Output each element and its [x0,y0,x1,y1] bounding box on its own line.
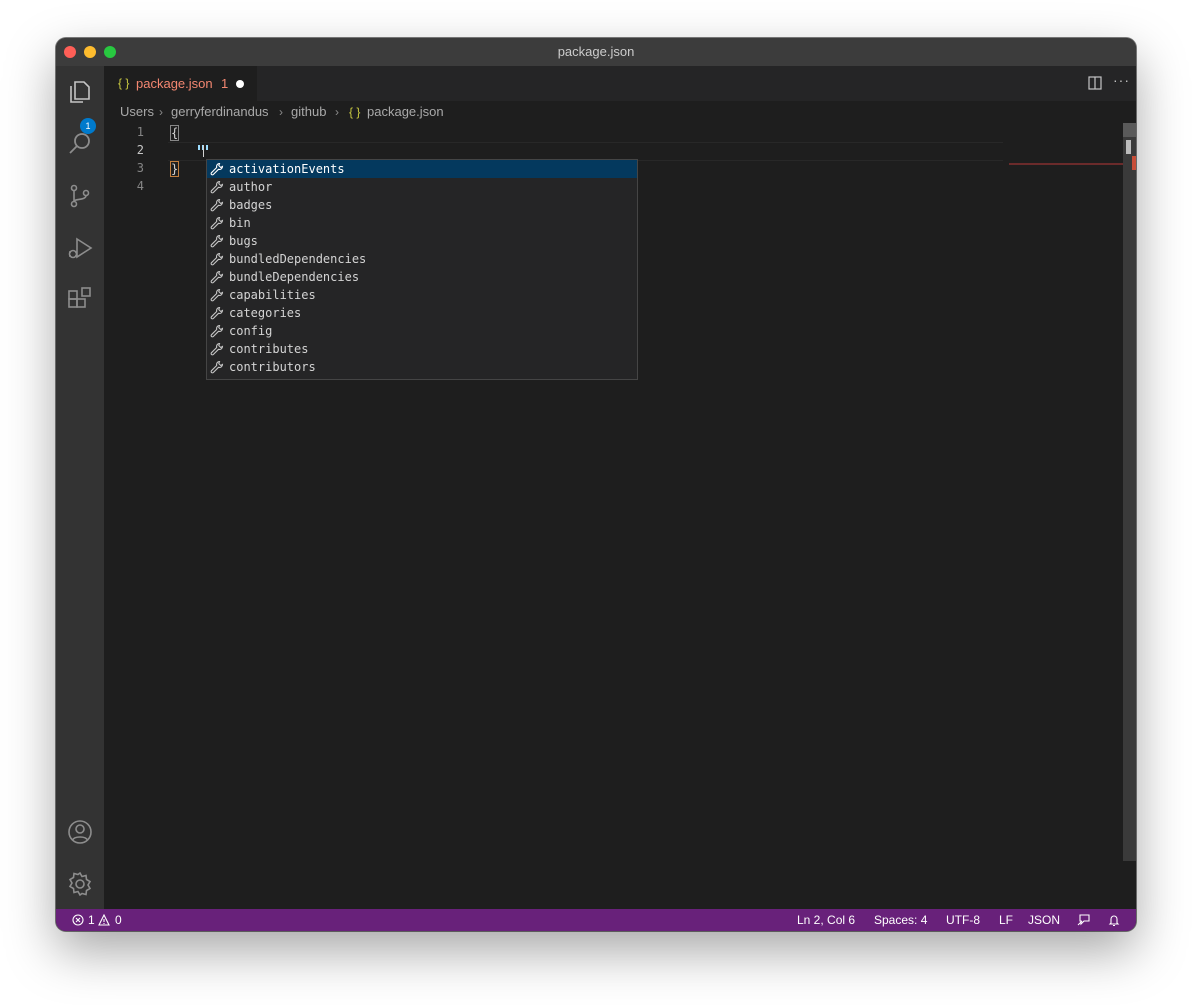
suggestion-label: config [229,324,273,338]
code-line: { [170,125,180,141]
minimap[interactable] [1009,163,1123,165]
warning-icon[interactable] [98,909,110,931]
source-control-icon[interactable] [66,182,94,210]
suggestion-item[interactable]: activationEvents [207,160,637,178]
activity-bar: 1 [56,66,104,909]
line-number: 4 [136,179,144,193]
explorer-icon[interactable] [66,78,94,106]
close-window-button[interactable] [64,46,76,58]
line-number: 1 [136,125,144,139]
chevron-right-icon: › [335,105,339,119]
json-file-icon: { } [118,76,130,90]
tab-bar: { } package.json 1 ··· [104,66,1136,101]
wrench-icon [210,234,224,248]
breadcrumb-user[interactable]: gerryferdinandus [171,101,269,123]
suggestion-item[interactable]: capabilities [207,286,637,304]
scroll-cursor-marker [1126,140,1131,154]
suggestion-label: contributes [229,342,309,356]
breadcrumb: Users › gerryferdinandus › github › { } … [104,101,1136,123]
suggestion-item[interactable]: author [207,178,637,196]
suggestion-item[interactable]: contributors [207,358,637,376]
title-bar: package.json [56,38,1136,66]
warning-count[interactable]: 0 [115,909,122,931]
scrollbar[interactable] [1123,123,1136,861]
suggestion-label: categories [229,306,302,320]
cursor-position[interactable]: Ln 2, Col 6 [797,909,855,931]
run-debug-icon[interactable] [66,234,94,262]
wrench-icon [210,342,224,356]
unsaved-dot-icon[interactable] [236,80,244,88]
breadcrumb-users[interactable]: Users [120,101,154,123]
suggestion-item[interactable]: contributes [207,340,637,358]
suggestion-item[interactable]: badges [207,196,637,214]
suggestion-item[interactable]: bundledDependencies [207,250,637,268]
wrench-icon [210,216,224,230]
wrench-icon [210,270,224,284]
suggestion-label: badges [229,198,273,212]
split-editor-icon[interactable] [1088,76,1102,90]
suggestion-label: bin [229,216,251,230]
suggestion-widget: activationEvents author badges bin bugs … [206,159,638,380]
suggestion-label: contributors [229,360,316,374]
line-number: 3 [136,161,144,175]
quote-cursor-icon [198,145,208,157]
suggestion-label: activationEvents [229,162,345,176]
error-count[interactable]: 1 [88,909,95,931]
wrench-icon [210,252,224,266]
extensions-icon[interactable] [66,286,94,314]
gear-icon[interactable] [66,870,94,898]
chevron-right-icon: › [279,105,283,119]
suggestion-label: author [229,180,273,194]
search-icon[interactable] [66,130,94,158]
maximize-window-button[interactable] [104,46,116,58]
breadcrumb-github[interactable]: github [291,101,326,123]
suggestion-label: capabilities [229,288,316,302]
minimize-window-button[interactable] [84,46,96,58]
wrench-icon [210,324,224,338]
wrench-icon [210,306,224,320]
suggestion-item[interactable]: bin [207,214,637,232]
suggestion-label: bundleDependencies [229,270,360,284]
wrench-icon [210,360,224,374]
indentation[interactable]: Spaces: 4 [874,909,927,931]
code-line: } [170,161,180,177]
status-bar: 1 0 Ln 2, Col 6 Spaces: 4 UTF-8 LF JSON [56,909,1136,931]
tab-problem-count: 1 [221,76,229,91]
suggestion-item[interactable]: config [207,322,637,340]
suggestion-item[interactable]: categories [207,304,637,322]
more-actions-icon[interactable]: ··· [1113,72,1130,88]
wrench-icon [210,198,224,212]
suggestion-label: bundledDependencies [229,252,367,266]
end-of-line[interactable]: LF [999,909,1013,931]
language-mode[interactable]: JSON [1028,909,1060,931]
tab-label: package.json [136,76,213,91]
line-number: 2 [136,143,144,157]
feedback-icon[interactable] [1077,909,1091,931]
error-icon[interactable] [72,909,84,931]
wrench-icon [210,288,224,302]
account-icon[interactable] [66,818,94,846]
json-file-icon: { } [349,105,361,119]
scrollbar-thumb[interactable] [1123,123,1136,137]
breadcrumb-file[interactable]: package.json [367,101,444,123]
encoding[interactable]: UTF-8 [946,909,980,931]
tab-package-json[interactable]: { } package.json 1 [104,66,257,101]
wrench-icon [210,162,224,176]
scroll-error-marker [1132,156,1136,170]
chevron-right-icon: › [159,105,163,119]
suggestion-item[interactable]: bugs [207,232,637,250]
bell-icon[interactable] [1107,909,1121,931]
wrench-icon [210,180,224,194]
suggestion-label: bugs [229,234,258,248]
window-title: package.json [557,44,635,59]
suggestion-item[interactable]: bundleDependencies [207,268,637,286]
